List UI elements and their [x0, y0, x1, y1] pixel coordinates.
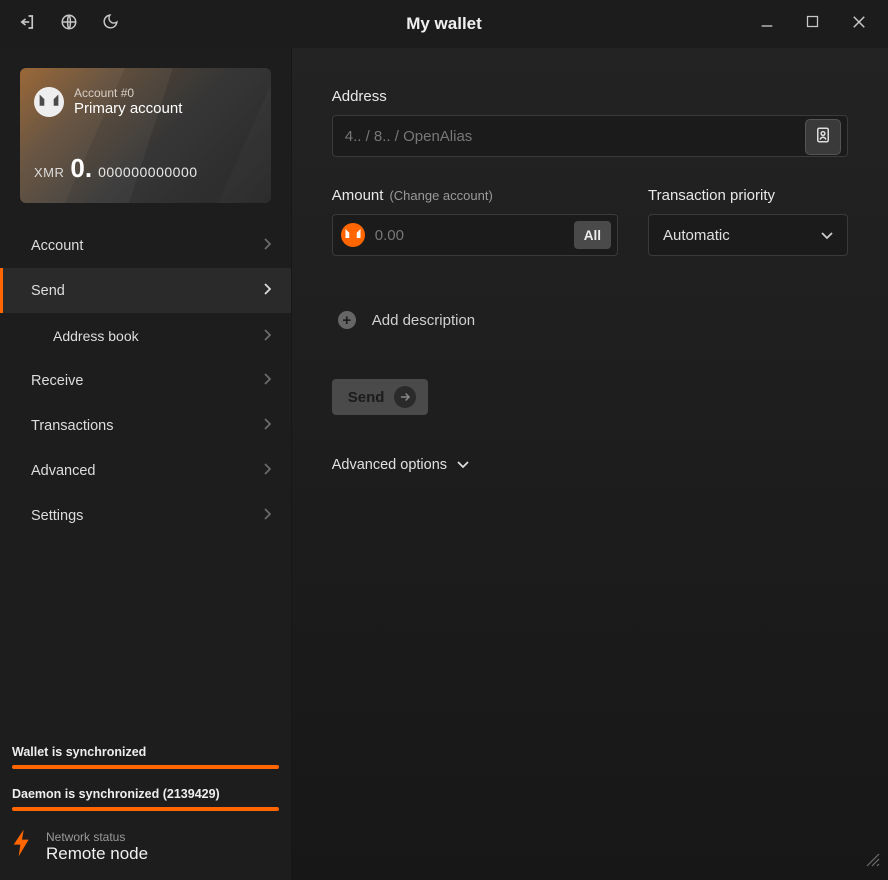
globe-icon[interactable] [60, 13, 78, 36]
address-input[interactable] [333, 116, 805, 156]
nav-item-label: Advanced [31, 463, 96, 479]
close-icon[interactable] [850, 13, 868, 36]
chevron-down-icon [457, 457, 469, 473]
balance-decimal: 000000000000 [98, 164, 197, 180]
nav-advanced[interactable]: Advanced [0, 448, 291, 493]
daemon-sync-progress [12, 807, 279, 811]
add-description-label: Add description [372, 312, 475, 329]
arrow-right-circle-icon [394, 386, 416, 408]
chevron-right-icon [263, 418, 271, 434]
nav-item-label: Send [31, 283, 65, 299]
plus-circle-icon: + [338, 311, 356, 329]
amount-label: Amount [332, 187, 384, 204]
daemon-sync-label: Daemon is synchronized (2139429) [12, 787, 279, 801]
balance-integer: 0. [70, 153, 92, 184]
address-book-icon [814, 126, 832, 149]
amount-all-button[interactable]: All [574, 221, 611, 249]
chevron-right-icon [263, 238, 271, 254]
nav-send[interactable]: Send [0, 268, 291, 313]
network-status-label: Network status [46, 830, 148, 844]
nav-transactions[interactable]: Transactions [0, 403, 291, 448]
logout-icon[interactable] [18, 13, 36, 36]
minimize-icon[interactable] [759, 14, 775, 35]
account-name: Primary account [74, 100, 182, 117]
chevron-right-icon [263, 463, 271, 479]
nav-settings[interactable]: Settings [0, 493, 291, 538]
network-status[interactable]: Network status Remote node [12, 829, 279, 864]
priority-select[interactable]: Automatic [648, 214, 848, 256]
sidebar: Account #0 Primary account XMR 0. 000000… [0, 48, 292, 880]
wallet-sync-progress [12, 765, 279, 769]
nav-item-label: Settings [31, 508, 83, 524]
address-label: Address [332, 88, 848, 105]
advanced-options-label: Advanced options [332, 457, 447, 473]
nav-item-label: Receive [31, 373, 83, 389]
nav-account[interactable]: Account [0, 223, 291, 268]
change-account-link[interactable]: (Change account) [389, 188, 492, 203]
nav-address-book[interactable]: Address book [0, 313, 291, 358]
chevron-down-icon [821, 227, 833, 244]
resize-grip-icon[interactable] [866, 853, 880, 872]
nav: Account Send Address book Receive Transa… [0, 223, 291, 538]
network-status-value: Remote node [46, 844, 148, 864]
account-card[interactable]: Account #0 Primary account XMR 0. 000000… [20, 68, 271, 203]
priority-label: Transaction priority [648, 187, 848, 204]
monero-logo-icon [34, 87, 64, 117]
bolt-icon [12, 829, 32, 864]
chevron-right-icon [263, 508, 271, 524]
priority-value: Automatic [663, 227, 730, 244]
daemon-sync-status: Daemon is synchronized (2139429) [12, 787, 279, 811]
chevron-right-icon [263, 328, 271, 344]
wallet-sync-label: Wallet is synchronized [12, 745, 279, 759]
titlebar: My wallet [0, 0, 888, 48]
main-panel: Address Amount (Change account) [292, 48, 888, 880]
wallet-sync-status: Wallet is synchronized [12, 745, 279, 769]
amount-input[interactable] [375, 227, 574, 244]
window-title: My wallet [406, 14, 482, 34]
nav-item-label: Account [31, 238, 83, 254]
chevron-right-icon [263, 373, 271, 389]
send-button-label: Send [348, 389, 385, 406]
nav-item-label: Transactions [31, 418, 113, 434]
advanced-options-toggle[interactable]: Advanced options [332, 457, 848, 473]
nav-item-label: Address book [53, 328, 139, 344]
maximize-icon[interactable] [805, 14, 820, 34]
nav-receive[interactable]: Receive [0, 358, 291, 403]
account-id: Account #0 [74, 86, 182, 100]
add-description-button[interactable]: + Add description [332, 311, 848, 329]
send-button[interactable]: Send [332, 379, 429, 415]
moon-icon[interactable] [102, 13, 119, 35]
xmr-icon [341, 223, 365, 247]
chevron-right-icon [263, 283, 271, 299]
balance-currency: XMR [34, 165, 64, 180]
address-book-button[interactable] [805, 119, 841, 155]
